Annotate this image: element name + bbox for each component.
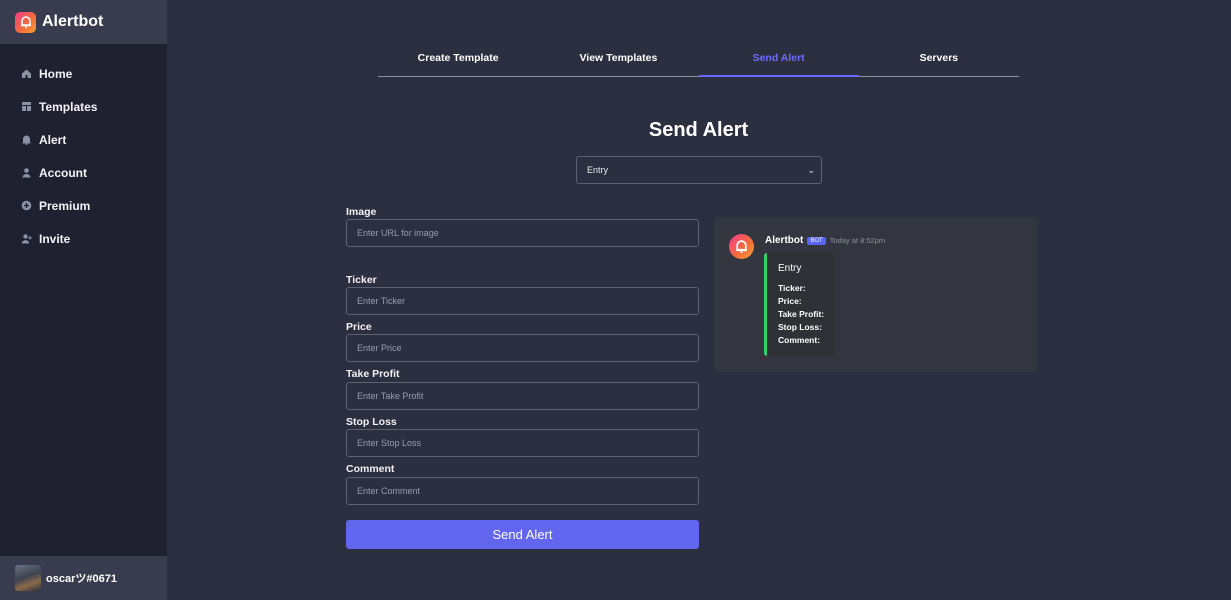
page-title: Send Alert [648,119,749,141]
sidebar-item-home[interactable]: Home [0,57,167,90]
brand-header[interactable]: Alertbot [0,0,167,44]
user-plus-icon [21,233,32,244]
bot-name: Alertbot [765,235,804,246]
tab-bar: Create Template View Templates Send Aler… [378,46,1019,77]
embed-field-comment: Comment: [778,335,821,345]
ticker-input[interactable] [346,287,699,315]
avatar [15,565,41,591]
embed-field-ticker: Ticker: [778,283,806,293]
message-timestamp: Today at 8:52pm [829,236,886,245]
sidebar-item-label: Premium [39,198,91,213]
brand-title: Alertbot [42,13,104,30]
templates-icon [21,101,32,112]
embed-title: Entry [778,263,802,274]
bot-badge: BOT [807,236,826,245]
send-alert-button[interactable]: Send Alert [346,520,699,549]
sidebar-item-label: Templates [39,99,98,114]
sidebar-item-label: Invite [39,231,71,246]
bot-message-header: Alertbot BOT Today at 8:52pm [765,235,885,246]
bell-icon [21,134,32,145]
home-icon [21,68,32,79]
sidebar-item-label: Account [39,165,87,180]
alertbot-logo-icon [15,11,36,33]
sidebar-item-templates[interactable]: Templates [0,90,167,123]
stop-loss-label: Stop Loss [346,416,397,428]
username: oscarツ#0671 [46,573,117,585]
price-label: Price [346,321,372,333]
sidebar-item-label: Home [39,66,73,81]
take-profit-input[interactable] [346,382,699,410]
user-icon [21,167,32,178]
take-profit-label: Take Profit [346,368,400,380]
chevron-down-icon: ⌄ [807,164,815,175]
price-input[interactable] [346,334,699,362]
tab-send-alert[interactable]: Send Alert [698,46,860,77]
sidebar-item-premium[interactable]: Premium [0,189,167,222]
image-url-input[interactable] [346,219,699,247]
comment-label: Comment [346,463,395,475]
template-select[interactable]: Entry ⌄ [576,156,822,184]
alert-preview: Alertbot BOT Today at 8:52pm Entry Ticke… [714,218,1037,372]
comment-input[interactable] [346,477,699,505]
image-label: Image [346,206,377,218]
stop-loss-input[interactable] [346,429,699,457]
sidebar-nav: Home Templates Alert Account Premium Inv… [0,57,167,255]
embed-field-take-profit: Take Profit: [778,309,825,319]
embed-field-price: Price: [778,296,802,306]
ticker-label: Ticker [346,274,377,286]
tab-view-templates[interactable]: View Templates [538,46,698,76]
sidebar-item-alert[interactable]: Alert [0,123,167,156]
embed-field-stop-loss: Stop Loss: [778,322,822,332]
template-select-value: Entry [587,165,609,175]
sidebar-item-invite[interactable]: Invite [0,222,167,255]
sidebar-item-label: Alert [39,132,67,147]
sidebar: Alertbot Home Templates Alert Account Pr… [0,0,167,600]
alert-embed: Entry Ticker: Price: Take Profit: Stop L… [764,253,835,356]
user-panel[interactable]: oscarツ#0671 [0,556,167,600]
plus-circle-icon [21,200,32,211]
sidebar-item-account[interactable]: Account [0,156,167,189]
bot-avatar [729,234,754,259]
tab-create-template[interactable]: Create Template [378,46,538,76]
tab-servers[interactable]: Servers [859,46,1019,76]
